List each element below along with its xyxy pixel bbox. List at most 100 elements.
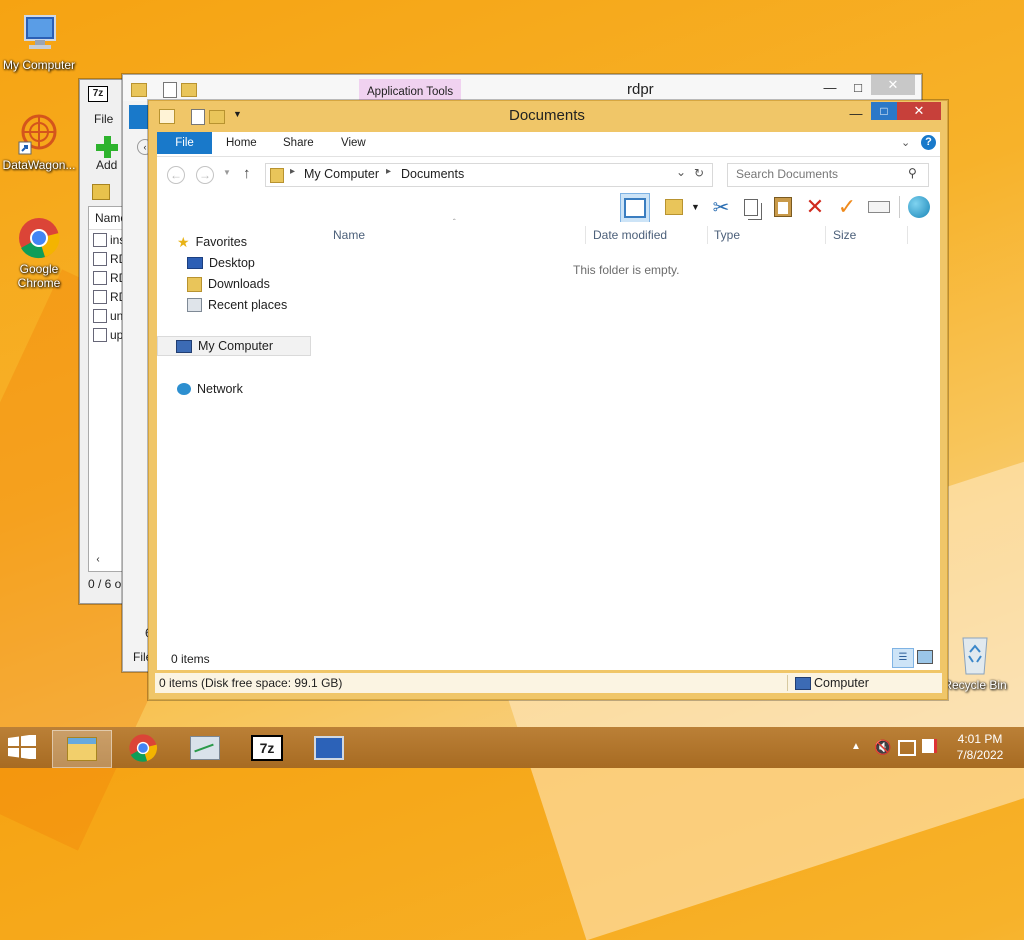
- details-view-button[interactable]: ☰: [892, 648, 914, 668]
- remote-desktop-icon: [314, 736, 344, 760]
- rdpr-context-tab[interactable]: Application Tools: [359, 79, 462, 101]
- up-button[interactable]: ↑: [243, 165, 251, 182]
- tab-view[interactable]: View: [329, 132, 378, 154]
- toolbar-dropdown-icon[interactable]: ▼: [691, 202, 700, 212]
- desktop-icon-datawagon[interactable]: DataWagon...: [0, 112, 78, 172]
- col-size[interactable]: Size: [833, 224, 856, 246]
- new-folder-icon: [181, 83, 197, 97]
- refresh-icon[interactable]: ↻: [694, 166, 704, 180]
- col-name[interactable]: Name: [333, 224, 365, 246]
- chrome-icon: [129, 734, 158, 762]
- clock-time: 4:01 PM: [957, 732, 1003, 746]
- nav-favorites[interactable]: ★ Favorites: [177, 232, 247, 252]
- cut-icon[interactable]: ✂: [707, 193, 735, 221]
- col-type[interactable]: Type: [714, 224, 740, 246]
- col-date-modified[interactable]: Date modified: [593, 224, 667, 246]
- recent-locations-dropdown-icon[interactable]: ▼: [223, 168, 231, 177]
- status-right: Computer: [814, 676, 869, 690]
- large-icons-view-button[interactable]: [917, 650, 933, 664]
- copy-icon[interactable]: [737, 193, 765, 221]
- downloads-icon: [187, 276, 202, 292]
- col-divider: [907, 226, 908, 244]
- explorer-window[interactable]: ▼ Documents — □ ✕ File Home Share View ⌄…: [148, 100, 948, 700]
- preview-pane-icon[interactable]: [620, 193, 650, 223]
- taskbar-chrome[interactable]: [114, 730, 172, 766]
- nav-downloads[interactable]: Downloads: [187, 274, 270, 294]
- tab-home[interactable]: Home: [214, 132, 269, 154]
- quick-access-dropdown-icon[interactable]: ▼: [233, 109, 242, 119]
- taskbar-file-explorer[interactable]: [52, 730, 112, 768]
- address-dropdown-icon[interactable]: ⌄: [676, 165, 686, 179]
- search-input[interactable]: Search Documents: [736, 167, 838, 181]
- action-center-icon[interactable]: [922, 739, 937, 753]
- folder-check-icon[interactable]: [660, 193, 688, 221]
- minimize-icon[interactable]: —: [815, 77, 845, 97]
- computer-icon: [176, 339, 192, 353]
- search-icon[interactable]: ⚲: [908, 166, 917, 180]
- nav-network[interactable]: Network: [177, 379, 243, 399]
- taskbar-resource-monitor[interactable]: [176, 730, 234, 766]
- explorer-titlebar[interactable]: ▼ Documents — □ ✕: [149, 101, 947, 131]
- network-tray-icon[interactable]: [898, 740, 916, 756]
- clock-date: 7/8/2022: [956, 748, 1004, 762]
- tab-share[interactable]: Share: [271, 132, 326, 154]
- forward-button[interactable]: →: [196, 166, 214, 184]
- folder-up-icon[interactable]: [92, 184, 110, 200]
- paste-icon[interactable]: [769, 193, 797, 221]
- help-icon[interactable]: ?: [921, 135, 936, 150]
- file-explorer-icon: [67, 737, 97, 761]
- breadcrumb-documents[interactable]: Documents: [401, 167, 464, 181]
- new-folder-icon[interactable]: [209, 110, 225, 124]
- col-divider: [585, 226, 586, 244]
- breadcrumb-chevron-icon[interactable]: ▸: [290, 166, 295, 177]
- breadcrumb-chevron-icon[interactable]: ▸: [386, 166, 391, 177]
- star-icon: ★: [177, 234, 190, 250]
- file-list-pane[interactable]: ˆ Name Date modified Type Size This fold…: [327, 218, 940, 642]
- seven-zip-status: 0 / 6 o: [88, 577, 122, 591]
- nav-my-computer[interactable]: My Computer: [157, 336, 311, 356]
- breadcrumb-my-computer[interactable]: My Computer: [304, 167, 379, 181]
- back-button[interactable]: ←: [167, 166, 185, 184]
- rename-icon[interactable]: [865, 193, 893, 221]
- seven-zip-icon: 7z: [251, 735, 283, 761]
- command-toolbar: ▼ ✂ ✕ ✓: [157, 192, 940, 223]
- desktop-icon-label: Google Chrome: [17, 262, 61, 290]
- clock[interactable]: 4:01 PM 7/8/2022: [950, 731, 1010, 763]
- show-hidden-icons[interactable]: ▲: [851, 741, 861, 752]
- close-icon[interactable]: ✕: [897, 102, 941, 120]
- file-icon: [93, 232, 107, 247]
- nav-desktop[interactable]: Desktop: [187, 253, 255, 273]
- file-icon: [93, 308, 107, 323]
- maximize-icon[interactable]: □: [871, 102, 897, 120]
- minimize-icon[interactable]: —: [841, 103, 871, 123]
- status-divider: [787, 675, 788, 691]
- explorer-title: Documents: [509, 107, 585, 124]
- toolbar-separator: [899, 196, 900, 218]
- address-bar[interactable]: ▸ My Computer ▸ Documents ⌄ ↻: [265, 163, 713, 187]
- maximize-icon[interactable]: □: [843, 77, 873, 97]
- taskbar-7zip[interactable]: 7z: [238, 730, 296, 766]
- desktop-icon-my-computer[interactable]: My Computer: [0, 12, 78, 72]
- taskbar: 7z ▲ 🔇 4:01 PM 7/8/2022: [0, 727, 1024, 768]
- desktop-icon-google-chrome[interactable]: Google Chrome: [0, 216, 78, 290]
- navigation-pane: ★ Favorites Desktop Downloads Recent pla…: [157, 222, 327, 642]
- start-button[interactable]: [8, 734, 38, 761]
- properties-icon[interactable]: [191, 109, 205, 125]
- volume-muted-icon[interactable]: 🔇: [874, 739, 891, 756]
- nav-recent-places[interactable]: Recent places: [187, 295, 287, 315]
- globe-icon[interactable]: [905, 193, 933, 221]
- desktop-icon: [187, 257, 203, 269]
- rdpr-titlebar[interactable]: Application Tools rdpr — □ ✕: [123, 75, 921, 101]
- tab-file[interactable]: File: [157, 132, 212, 154]
- seven-zip-menu-file[interactable]: File: [94, 112, 113, 126]
- delete-icon[interactable]: ✕: [801, 193, 829, 221]
- file-icon: [93, 251, 107, 266]
- computer-icon: [17, 12, 61, 56]
- taskbar-remote-desktop[interactable]: [300, 730, 358, 766]
- status-bar: 0 items (Disk free space: 99.1 GB) Compu…: [155, 673, 942, 693]
- scroll-left-arrow[interactable]: ‹: [90, 554, 106, 568]
- close-icon[interactable]: ✕: [871, 75, 915, 95]
- search-box[interactable]: Search Documents ⚲: [727, 163, 929, 187]
- ribbon-expand-icon[interactable]: ⌄: [901, 136, 910, 149]
- checkmark-icon[interactable]: ✓: [833, 193, 861, 221]
